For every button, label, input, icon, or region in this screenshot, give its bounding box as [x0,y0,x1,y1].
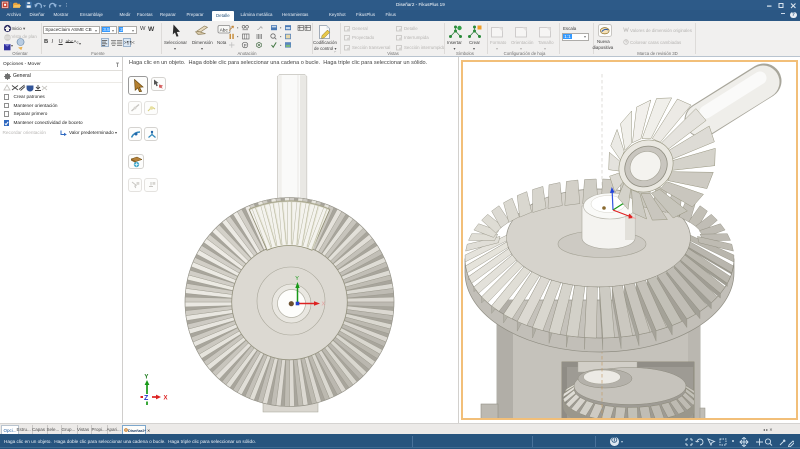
svg-text:P: P [244,43,247,48]
svg-text:X: X [322,302,326,308]
svg-text:Z: Z [144,395,149,402]
svg-text:Y: Y [295,276,299,282]
svg-text:X: X [164,396,168,402]
svg-text:Y: Y [144,375,148,381]
